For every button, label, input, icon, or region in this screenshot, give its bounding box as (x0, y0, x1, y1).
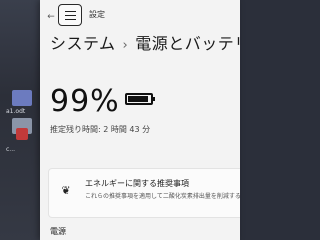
recommendation-title: エネルギーに関する推奨事項 (85, 179, 189, 188)
back-arrow-icon[interactable]: ← (46, 12, 56, 22)
time-remaining: 推定残り時間: 2 時間 43 分 (50, 125, 151, 134)
desktop-background: a1.odt c... (0, 0, 40, 240)
battery-tip (153, 97, 155, 101)
hamburger-icon (65, 15, 76, 17)
desktop-app-icon[interactable] (16, 128, 28, 140)
hamburger-icon (65, 19, 76, 21)
app-title: 設定 (89, 10, 105, 19)
recommendation-description: これらの推奨事項を適用して二酸化炭素排出量を削減する (85, 193, 240, 200)
navigation-menu-button[interactable] (58, 4, 82, 26)
desktop-file-label: a1.odt (6, 108, 26, 115)
power-section-label: 電源 (50, 227, 66, 236)
desktop-file-icon[interactable] (12, 90, 32, 106)
breadcrumb: システム › 電源とバッテリー (50, 30, 240, 54)
leaf-icon: ❦ (61, 184, 71, 197)
breadcrumb-system[interactable]: システム (50, 34, 116, 53)
breadcrumb-chevron-icon: › (122, 38, 129, 53)
battery-fill (128, 96, 148, 102)
battery-percentage: 99% (50, 84, 120, 119)
desktop-file-label: c... (6, 146, 16, 153)
battery-icon (125, 93, 155, 105)
settings-window: ← 設定 システム › 電源とバッテリー 99% 推定残り時間: 2 時間 43 分… (40, 0, 240, 240)
energy-recommendations-card[interactable]: ❦ エネルギーに関する推奨事項 これらの推奨事項を適用して二酸化炭素排出量を削減… (48, 168, 240, 218)
breadcrumb-power-battery: 電源とバッテリー (135, 34, 240, 53)
hamburger-icon (65, 11, 76, 13)
